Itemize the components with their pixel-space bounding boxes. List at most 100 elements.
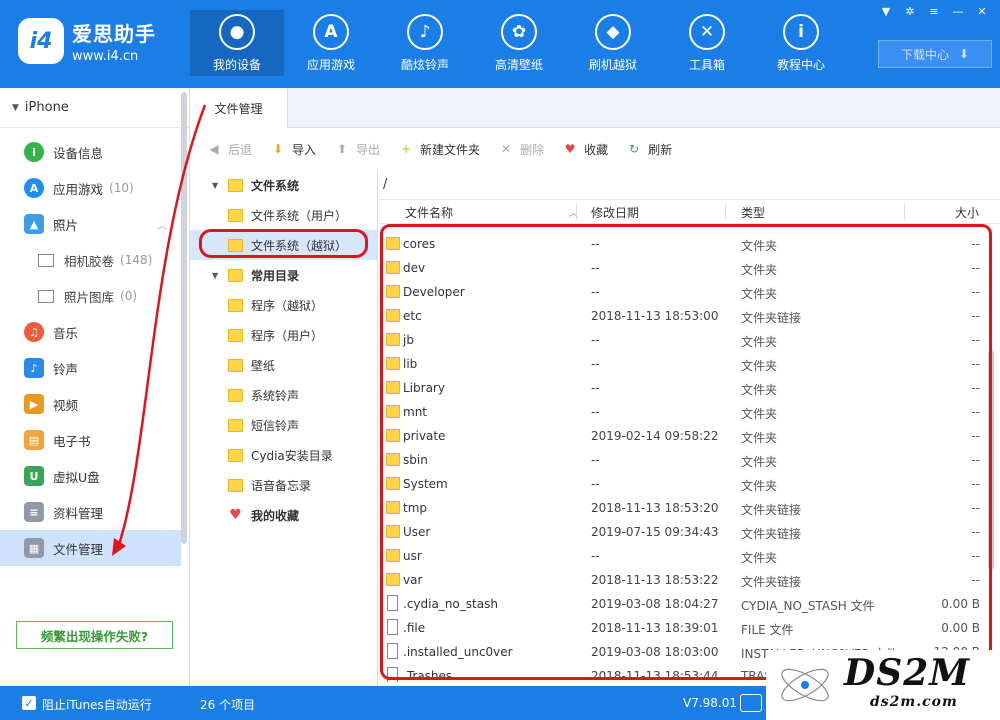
file-name: var — [403, 573, 423, 587]
nav-item-5[interactable]: ✕ 工具箱 — [660, 10, 754, 76]
nav-item-1[interactable]: A 应用游戏 — [284, 10, 378, 76]
table-row[interactable]: System -- 文件夹 -- — [379, 472, 987, 496]
tree-item-3[interactable]: ▼ 常用目录 — [190, 260, 377, 290]
settings-icon[interactable]: ✲ — [900, 3, 920, 19]
tree-item-6[interactable]: 壁纸 — [190, 350, 377, 380]
delete-icon: ✕ — [501, 142, 512, 156]
table-row[interactable]: tmp 2018-11-13 18:53:20 文件夹链接 -- — [379, 496, 987, 520]
sidebar-item-9[interactable]: U 虚拟U盘 — [0, 458, 189, 494]
sidebar-item-2[interactable]: ▲ 照片 ︿ — [0, 206, 189, 242]
sidebar-item-3[interactable]: 相机胶卷 (148) — [0, 242, 189, 278]
sidebar-item-8[interactable]: ▤ 电子书 — [0, 422, 189, 458]
toolbar-button-3[interactable]: + 新建文件夹 — [398, 141, 480, 158]
folder-icon — [228, 208, 243, 222]
minimize-icon[interactable]: — — [948, 3, 968, 19]
file-name: .installed_unc0ver — [403, 645, 513, 659]
table-row[interactable]: .cydia_no_stash 2019-03-08 18:04:27 CYDIA_… — [379, 592, 987, 616]
file-date: 2019-03-08 18:04:27 — [591, 597, 719, 611]
close-icon[interactable]: ✕ — [972, 3, 992, 19]
file-date: -- — [591, 381, 600, 395]
menu-icon[interactable]: ≡ — [924, 3, 944, 19]
nav-label: 应用游戏 — [306, 57, 355, 72]
sidebar-item-4[interactable]: 照片图库 (0) — [0, 278, 189, 314]
table-row[interactable]: usr -- 文件夹 -- — [379, 544, 987, 568]
file-date: -- — [591, 477, 600, 491]
file-type: 文件夹链接 — [741, 311, 802, 325]
file-size: 0.00 B — [941, 621, 980, 635]
tree-item-7[interactable]: 系统铃声 — [190, 380, 377, 410]
tree-item-11[interactable]: ♥ 我的收藏 — [190, 500, 377, 530]
folder-icon — [228, 388, 243, 402]
tree-item-8[interactable]: 短信铃声 — [190, 410, 377, 440]
file-size: -- — [971, 405, 980, 419]
sidebar-scrollbar[interactable] — [181, 92, 187, 544]
tree-item-1[interactable]: 文件系统（用户） — [190, 200, 377, 230]
nav-item-6[interactable]: i 教程中心 — [754, 10, 848, 76]
file-size: -- — [971, 477, 980, 491]
feedback-icon[interactable] — [740, 694, 762, 712]
toolbar-button-2[interactable]: ⬆ 导出 — [334, 141, 380, 158]
file-size: -- — [971, 381, 980, 395]
toolbar-button-5[interactable]: ♥ 收藏 — [562, 141, 608, 158]
table-row[interactable]: Library -- 文件夹 -- — [379, 376, 987, 400]
nav-item-4[interactable]: ◆ 刷机越狱 — [566, 10, 660, 76]
caret-down-icon: ▼ — [12, 102, 19, 113]
tab-file-manager[interactable]: 文件管理 — [190, 88, 288, 129]
nav-item-0[interactable]: ● 我的设备 — [190, 10, 284, 76]
toolbar-button-6[interactable]: ↻ 刷新 — [626, 141, 672, 158]
skin-icon[interactable]: ▼ — [876, 3, 896, 19]
column-type[interactable]: 类型 — [741, 204, 765, 221]
column-date[interactable]: 修改日期 — [591, 204, 639, 221]
file-list-scrollbar[interactable] — [988, 350, 994, 570]
sidebar-item-7[interactable]: ▶ 视频 — [0, 386, 189, 422]
table-row[interactable]: lib -- 文件夹 -- — [379, 352, 987, 376]
table-row[interactable]: cores -- 文件夹 -- — [379, 232, 987, 256]
tree-item-0[interactable]: ▼ 文件系统 — [190, 170, 377, 200]
tree-item-2[interactable]: 文件系统（越狱） — [190, 230, 377, 260]
column-size[interactable]: 大小 — [955, 204, 979, 221]
table-row[interactable]: .file 2018-11-13 18:39:01 FILE 文件 0.00 B — [379, 616, 987, 640]
table-row[interactable]: var 2018-11-13 18:53:22 文件夹链接 -- — [379, 568, 987, 592]
table-row[interactable]: etc 2018-11-13 18:53:00 文件夹链接 -- — [379, 304, 987, 328]
tree-item-9[interactable]: Cydia安装目录 — [190, 440, 377, 470]
help-button[interactable]: 频繁出现操作失败? — [16, 621, 173, 649]
table-row[interactable]: User 2019-07-15 09:34:43 文件夹链接 -- — [379, 520, 987, 544]
caret-down-icon[interactable]: ▼ — [212, 271, 228, 280]
column-name[interactable]: 文件名称 — [405, 204, 453, 221]
import-icon: ⬇ — [272, 142, 284, 156]
device-selector[interactable]: ▼ iPhone — [0, 88, 189, 128]
file-size: -- — [971, 429, 980, 443]
file-name: User — [403, 525, 431, 539]
nav-item-2[interactable]: ♪ 酷炫铃声 — [378, 10, 472, 76]
table-row[interactable]: Developer -- 文件夹 -- — [379, 280, 987, 304]
itunes-checkbox[interactable]: ✓ — [22, 696, 36, 710]
sidebar-item-10[interactable]: ≡ 资料管理 — [0, 494, 189, 530]
sidebar-item-label: 音乐 — [53, 325, 79, 341]
nav-item-3[interactable]: ✿ 高清壁纸 — [472, 10, 566, 76]
table-row[interactable]: private 2019-02-14 09:58:22 文件夹 -- — [379, 424, 987, 448]
sidebar-item-0[interactable]: i 设备信息 — [0, 134, 189, 170]
table-row[interactable]: sbin -- 文件夹 -- — [379, 448, 987, 472]
toolbar-button-1[interactable]: ⬇ 导入 — [270, 141, 316, 158]
itunes-label: 阻止iTunes自动运行 — [42, 698, 152, 712]
table-row[interactable]: jb -- 文件夹 -- — [379, 328, 987, 352]
table-row[interactable]: mnt -- 文件夹 -- — [379, 400, 987, 424]
caret-down-icon[interactable]: ▼ — [212, 181, 228, 190]
toolbar-button-0[interactable]: ◀ 后退 — [206, 141, 252, 158]
sidebar-item-label: 铃声 — [53, 361, 79, 377]
tree-item-4[interactable]: 程序（越狱） — [190, 290, 377, 320]
folder-manage-icon: ▦ — [24, 538, 44, 558]
sidebar-item-5[interactable]: ♫ 音乐 — [0, 314, 189, 350]
atom-logo-icon — [781, 668, 829, 702]
table-row[interactable]: dev -- 文件夹 -- — [379, 256, 987, 280]
toolbar-button-4[interactable]: ✕ 删除 — [498, 141, 544, 158]
sidebar-item-1[interactable]: A 应用游戏 (10) — [0, 170, 189, 206]
download-center-button[interactable]: 下载中心 ⬇ — [878, 40, 992, 68]
app-logo[interactable]: i4 爱思助手 www.i4.cn — [18, 18, 156, 64]
tree-item-10[interactable]: 语音备忘录 — [190, 470, 377, 500]
tree-item-5[interactable]: 程序（用户） — [190, 320, 377, 350]
sidebar-item-11[interactable]: ▦ 文件管理 — [0, 530, 181, 566]
sidebar-item-6[interactable]: ♪ 铃声 — [0, 350, 189, 386]
chevron-up-icon[interactable]: ︿ — [157, 217, 167, 232]
tree-item-label: 程序（用户） — [251, 328, 324, 343]
